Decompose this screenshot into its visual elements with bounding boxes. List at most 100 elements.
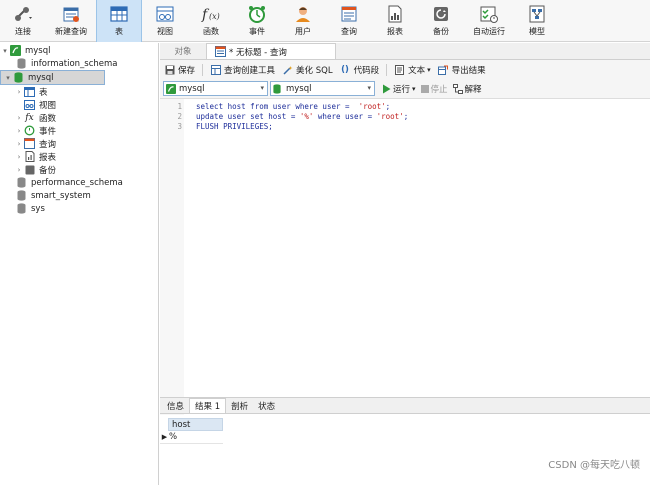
function-icon: f (x) xyxy=(201,5,221,23)
code-snippet-button[interactable]: () 代码段 xyxy=(340,64,379,76)
dropdown-arrow-icon[interactable]: ▾ xyxy=(427,66,431,74)
function-label: 函数 xyxy=(203,27,219,36)
tree-item-label: 报表 xyxy=(39,152,57,163)
connect-button[interactable]: 连接 xyxy=(0,0,46,42)
tree-item-label: 事件 xyxy=(39,126,57,137)
tree-db-smart-system[interactable]: smart_system xyxy=(0,189,158,202)
stop-button[interactable]: 停止 xyxy=(420,83,448,95)
database-icon xyxy=(16,177,27,188)
user-label: 用户 xyxy=(295,27,311,36)
database-select-value: mysql xyxy=(286,83,312,94)
save-button[interactable]: 保存 xyxy=(164,64,195,76)
view-label: 视图 xyxy=(157,27,173,36)
query-workspace: 对象 * 无标题 - 查询 保存 查询创建工具 美化 SQL () 代码段 文本… xyxy=(160,43,650,485)
tree-item-tables[interactable]: › 表 xyxy=(0,85,158,98)
tab-info[interactable]: 信息 xyxy=(162,398,189,413)
database-select[interactable]: mysql ▾ xyxy=(270,81,375,96)
tree-db-mysql[interactable]: ▾ mysql xyxy=(0,70,105,85)
tree-item-backups[interactable]: › 备份 xyxy=(0,163,158,176)
beautify-sql-button[interactable]: 美化 SQL xyxy=(282,64,333,76)
chevron-down-icon: ▾ xyxy=(260,84,264,92)
model-button[interactable]: 模型 xyxy=(514,0,560,42)
tree-item-events[interactable]: › 事件 xyxy=(0,124,158,137)
user-icon xyxy=(293,5,313,23)
report-icon xyxy=(385,5,405,23)
expand-arrow-icon[interactable]: › xyxy=(14,127,24,135)
connection-selector-row: mysql ▾ mysql ▾ 运行 ▾ 停止 解释 xyxy=(160,79,650,99)
collapse-arrow-icon[interactable]: ▾ xyxy=(0,47,10,55)
code-text: ; xyxy=(385,102,391,111)
tree-db-information-schema[interactable]: information_schema xyxy=(0,57,158,70)
mysql-connection-icon xyxy=(10,45,21,56)
tree-item-queries[interactable]: › 查询 xyxy=(0,137,158,150)
main-toolbar: 连接 新建查询 表 视图 f (x) 函数 事件 用户 查询 报表 备份 自动运… xyxy=(0,0,650,42)
query-label: 查询 xyxy=(341,27,357,36)
tree-item-reports[interactable]: › 报表 xyxy=(0,150,158,163)
table-row[interactable]: ▶ % xyxy=(160,431,223,444)
database-icon xyxy=(16,190,27,201)
expand-arrow-icon[interactable]: › xyxy=(14,114,24,122)
expand-arrow-icon[interactable]: › xyxy=(14,153,24,161)
tree-db-performance-schema[interactable]: performance_schema xyxy=(0,176,158,189)
watermark: CSDN @每天吃八顿 xyxy=(548,460,640,471)
run-label: 运行 xyxy=(393,84,411,95)
tab-profile[interactable]: 剖析 xyxy=(226,398,253,413)
stop-icon xyxy=(420,84,429,93)
backup-label: 备份 xyxy=(433,27,449,36)
event-button[interactable]: 事件 xyxy=(234,0,280,42)
tab-result-1[interactable]: 结果 1 xyxy=(189,398,227,413)
new-query-button[interactable]: 新建查询 xyxy=(46,0,96,42)
query-button[interactable]: 查询 xyxy=(326,0,372,42)
export-result-button[interactable]: 导出结果 xyxy=(438,64,486,76)
tab-objects[interactable]: 对象 xyxy=(160,43,206,59)
save-icon xyxy=(164,64,175,75)
dropdown-arrow-icon[interactable]: ▾ xyxy=(412,85,416,93)
query-builder-label: 查询创建工具 xyxy=(224,65,276,76)
expand-arrow-icon[interactable]: › xyxy=(14,166,24,174)
explain-button[interactable]: 解释 xyxy=(452,83,482,95)
report-button[interactable]: 报表 xyxy=(372,0,418,42)
database-icon xyxy=(16,203,27,214)
auto-run-button[interactable]: 自动运行 xyxy=(464,0,514,42)
tab-untitled-query[interactable]: * 无标题 - 查询 xyxy=(206,43,336,59)
chevron-down-icon: ▾ xyxy=(367,84,371,92)
tree-db-sys[interactable]: sys xyxy=(0,202,158,215)
query-icon xyxy=(339,5,359,23)
query-builder-button[interactable]: 查询创建工具 xyxy=(210,64,275,76)
expand-arrow-icon[interactable]: › xyxy=(14,88,24,96)
report-icon xyxy=(24,151,35,162)
user-button[interactable]: 用户 xyxy=(280,0,326,42)
tab-status[interactable]: 状态 xyxy=(253,398,280,413)
function-icon: fx xyxy=(25,112,34,123)
sql-editor[interactable]: 1 select host from user where user = 'ro… xyxy=(160,99,650,439)
line-number: 3 xyxy=(177,122,182,131)
code-text: FLUSH PRIVILEGES; xyxy=(196,122,273,131)
run-button[interactable]: 运行 ▾ xyxy=(382,83,416,95)
tree-item-label: 备份 xyxy=(39,165,57,176)
save-label: 保存 xyxy=(178,65,196,76)
code-line: 1 select host from user where user = 'ro… xyxy=(160,102,650,112)
backup-button[interactable]: 备份 xyxy=(418,0,464,42)
model-label: 模型 xyxy=(529,27,545,36)
table-icon xyxy=(24,86,35,97)
tree-db-label: information_schema xyxy=(31,58,118,69)
function-button[interactable]: f (x) 函数 xyxy=(188,0,234,42)
connection-select-value: mysql xyxy=(179,83,205,94)
tree-db-label: smart_system xyxy=(31,190,91,201)
tree-connection-mysql[interactable]: ▾ mysql xyxy=(0,44,158,57)
column-header-host[interactable]: host xyxy=(168,418,223,431)
cell-host[interactable]: % xyxy=(169,432,177,442)
collapse-arrow-icon[interactable]: ▾ xyxy=(3,74,13,82)
connection-select[interactable]: mysql ▾ xyxy=(163,81,268,96)
tree-item-functions[interactable]: › fx 函数 xyxy=(0,111,158,124)
event-icon xyxy=(247,5,267,23)
tree-item-views[interactable]: 视图 xyxy=(0,98,158,111)
expand-arrow-icon[interactable]: › xyxy=(14,140,24,148)
text-button[interactable]: 文本 ▾ xyxy=(394,64,431,76)
export-label: 导出结果 xyxy=(451,65,486,76)
result-tabs: 信息 结果 1 剖析 状态 xyxy=(160,397,650,414)
svg-text:(x): (x) xyxy=(209,12,220,21)
object-tree: ▾ mysql information_schema ▾ mysql › 表 视… xyxy=(0,43,159,485)
table-button[interactable]: 表 xyxy=(96,0,142,42)
view-button[interactable]: 视图 xyxy=(142,0,188,42)
